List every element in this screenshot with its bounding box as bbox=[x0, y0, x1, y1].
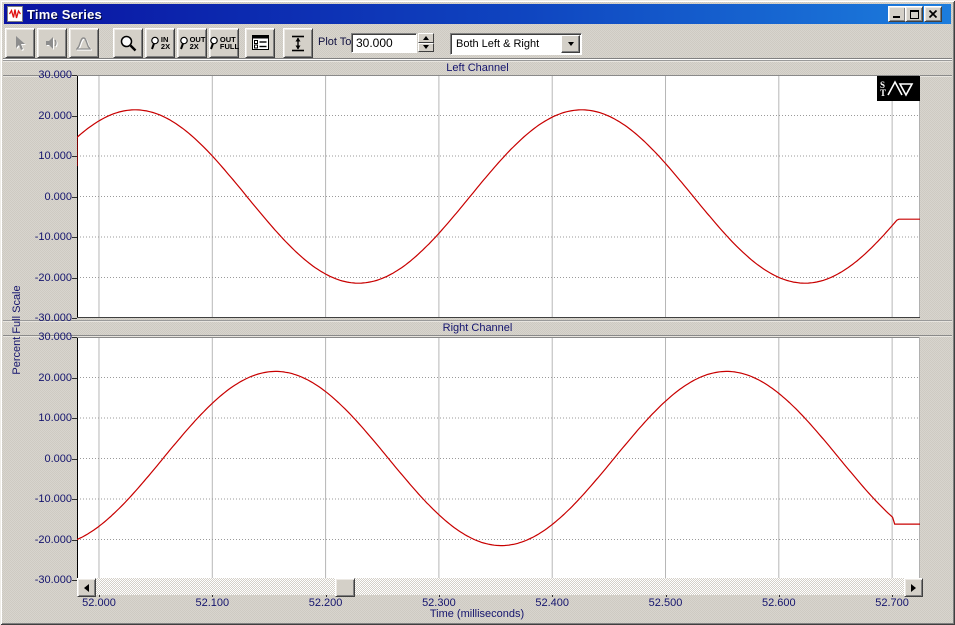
minimize-button[interactable] bbox=[888, 6, 906, 22]
x-tick-label: 52.700 bbox=[875, 597, 909, 609]
zoom-in-2x-button[interactable]: IN 2X bbox=[145, 28, 175, 58]
y-tick-label: -30.000 bbox=[34, 312, 72, 324]
y-axis-title: Percent Full Scale bbox=[11, 285, 23, 375]
y-tick-label: 10.000 bbox=[38, 412, 72, 424]
y-tick-mark bbox=[72, 418, 77, 419]
peak-tool-button bbox=[69, 28, 99, 58]
y-tick-mark bbox=[72, 115, 77, 117]
sine-wave-icon bbox=[887, 80, 914, 97]
y-tick-label: 10.000 bbox=[38, 150, 72, 162]
y-tick-mark bbox=[72, 499, 77, 500]
y-tick-label: -20.000 bbox=[34, 533, 72, 546]
zoom-tool-button[interactable] bbox=[113, 28, 143, 58]
horizontal-scrollbar[interactable] bbox=[77, 578, 923, 597]
y-tick-label: 30.000 bbox=[38, 331, 72, 343]
close-button[interactable] bbox=[924, 6, 942, 22]
pointer-tool-button bbox=[5, 28, 35, 58]
left-channel-title: Left Channel bbox=[446, 62, 509, 74]
y-tick-label: 30.000 bbox=[38, 69, 72, 81]
zoom-out-2x-button[interactable]: OUT 2X bbox=[177, 28, 207, 58]
x-tick-label: 52.600 bbox=[761, 597, 796, 609]
dropdown-arrow-icon bbox=[567, 42, 574, 46]
magnifier-icon bbox=[209, 36, 218, 49]
scroll-right-button[interactable] bbox=[904, 578, 923, 597]
toolbar: IN2X OUT2X OUTFULL Plot Top: Both Left &… bbox=[3, 25, 952, 58]
right-channel-title: Right Channel bbox=[442, 322, 513, 334]
speaker-icon bbox=[46, 37, 57, 49]
y-tick-label: -10.000 bbox=[34, 231, 72, 243]
channel-mode-select[interactable]: Both Left & Right bbox=[450, 33, 582, 55]
left-arrow-icon bbox=[84, 583, 89, 592]
window-title: Time Series bbox=[27, 6, 102, 22]
plot-top-input[interactable] bbox=[351, 33, 417, 53]
x-axis-title: Time (milliseconds) bbox=[429, 608, 525, 620]
y-tick-mark bbox=[72, 277, 77, 279]
right-channel-plot[interactable] bbox=[77, 337, 920, 580]
spinner-up-button[interactable] bbox=[418, 33, 434, 43]
y-tick-mark bbox=[72, 318, 77, 319]
y-tick-label: -30.000 bbox=[34, 574, 72, 586]
y-tick-label: 20.000 bbox=[38, 371, 72, 384]
x-tick-label: 52.500 bbox=[648, 597, 683, 609]
y-tick-mark bbox=[72, 75, 77, 76]
display-options-button[interactable] bbox=[245, 28, 275, 58]
y-tick-mark bbox=[72, 156, 77, 157]
magnifier-icon bbox=[179, 36, 188, 49]
channel-mode-value: Both Left & Right bbox=[456, 38, 540, 50]
magnifier-icon bbox=[120, 35, 136, 51]
y-tick-label: -10.000 bbox=[34, 493, 72, 505]
left-channel-header: Left Channel bbox=[3, 60, 952, 76]
left-channel-plot[interactable] bbox=[77, 75, 920, 318]
y-tick-mark bbox=[72, 337, 77, 338]
y-tick-mark bbox=[72, 539, 77, 541]
title-bar[interactable]: Time Series bbox=[4, 4, 951, 24]
y-tick-label: -20.000 bbox=[34, 271, 72, 284]
scroll-left-button[interactable] bbox=[77, 578, 96, 597]
audio-tool-button bbox=[37, 28, 67, 58]
x-tick-label: 52.000 bbox=[82, 597, 116, 609]
scrollbar-thumb[interactable] bbox=[335, 578, 355, 597]
y-tick-mark bbox=[72, 196, 77, 198]
app-window: Time Series IN 2X OUT 2X OUT FULL Plot T… bbox=[0, 0, 955, 625]
magnifier-icon bbox=[150, 36, 159, 49]
y-tick-label: 20.000 bbox=[38, 109, 72, 122]
plot-top-spinner bbox=[418, 33, 434, 52]
down-arrow-icon bbox=[423, 45, 429, 50]
waveform-icon bbox=[7, 6, 23, 22]
app-logo: ST bbox=[877, 76, 920, 101]
up-arrow-icon bbox=[423, 35, 429, 40]
y-tick-label: 0.000 bbox=[44, 190, 72, 203]
maximize-button[interactable] bbox=[905, 6, 923, 22]
x-tick-label: 52.100 bbox=[195, 597, 230, 609]
right-arrow-icon bbox=[911, 583, 916, 592]
spinner-down-button[interactable] bbox=[418, 42, 434, 52]
vertical-scale-button[interactable] bbox=[283, 28, 313, 58]
y-tick-mark bbox=[72, 377, 77, 379]
cursor-arrow-icon bbox=[16, 36, 25, 50]
vertical-range-icon bbox=[292, 35, 304, 51]
y-tick-label: 0.000 bbox=[44, 452, 72, 465]
peak-curve-icon bbox=[76, 37, 91, 50]
y-tick-mark bbox=[72, 458, 77, 460]
dialog-form-icon bbox=[251, 35, 269, 50]
combo-drop-button[interactable] bbox=[561, 35, 580, 53]
y-tick-mark bbox=[72, 237, 77, 238]
right-channel-header: Right Channel bbox=[3, 320, 952, 336]
zoom-out-full-button[interactable]: OUT FULL bbox=[209, 28, 239, 58]
